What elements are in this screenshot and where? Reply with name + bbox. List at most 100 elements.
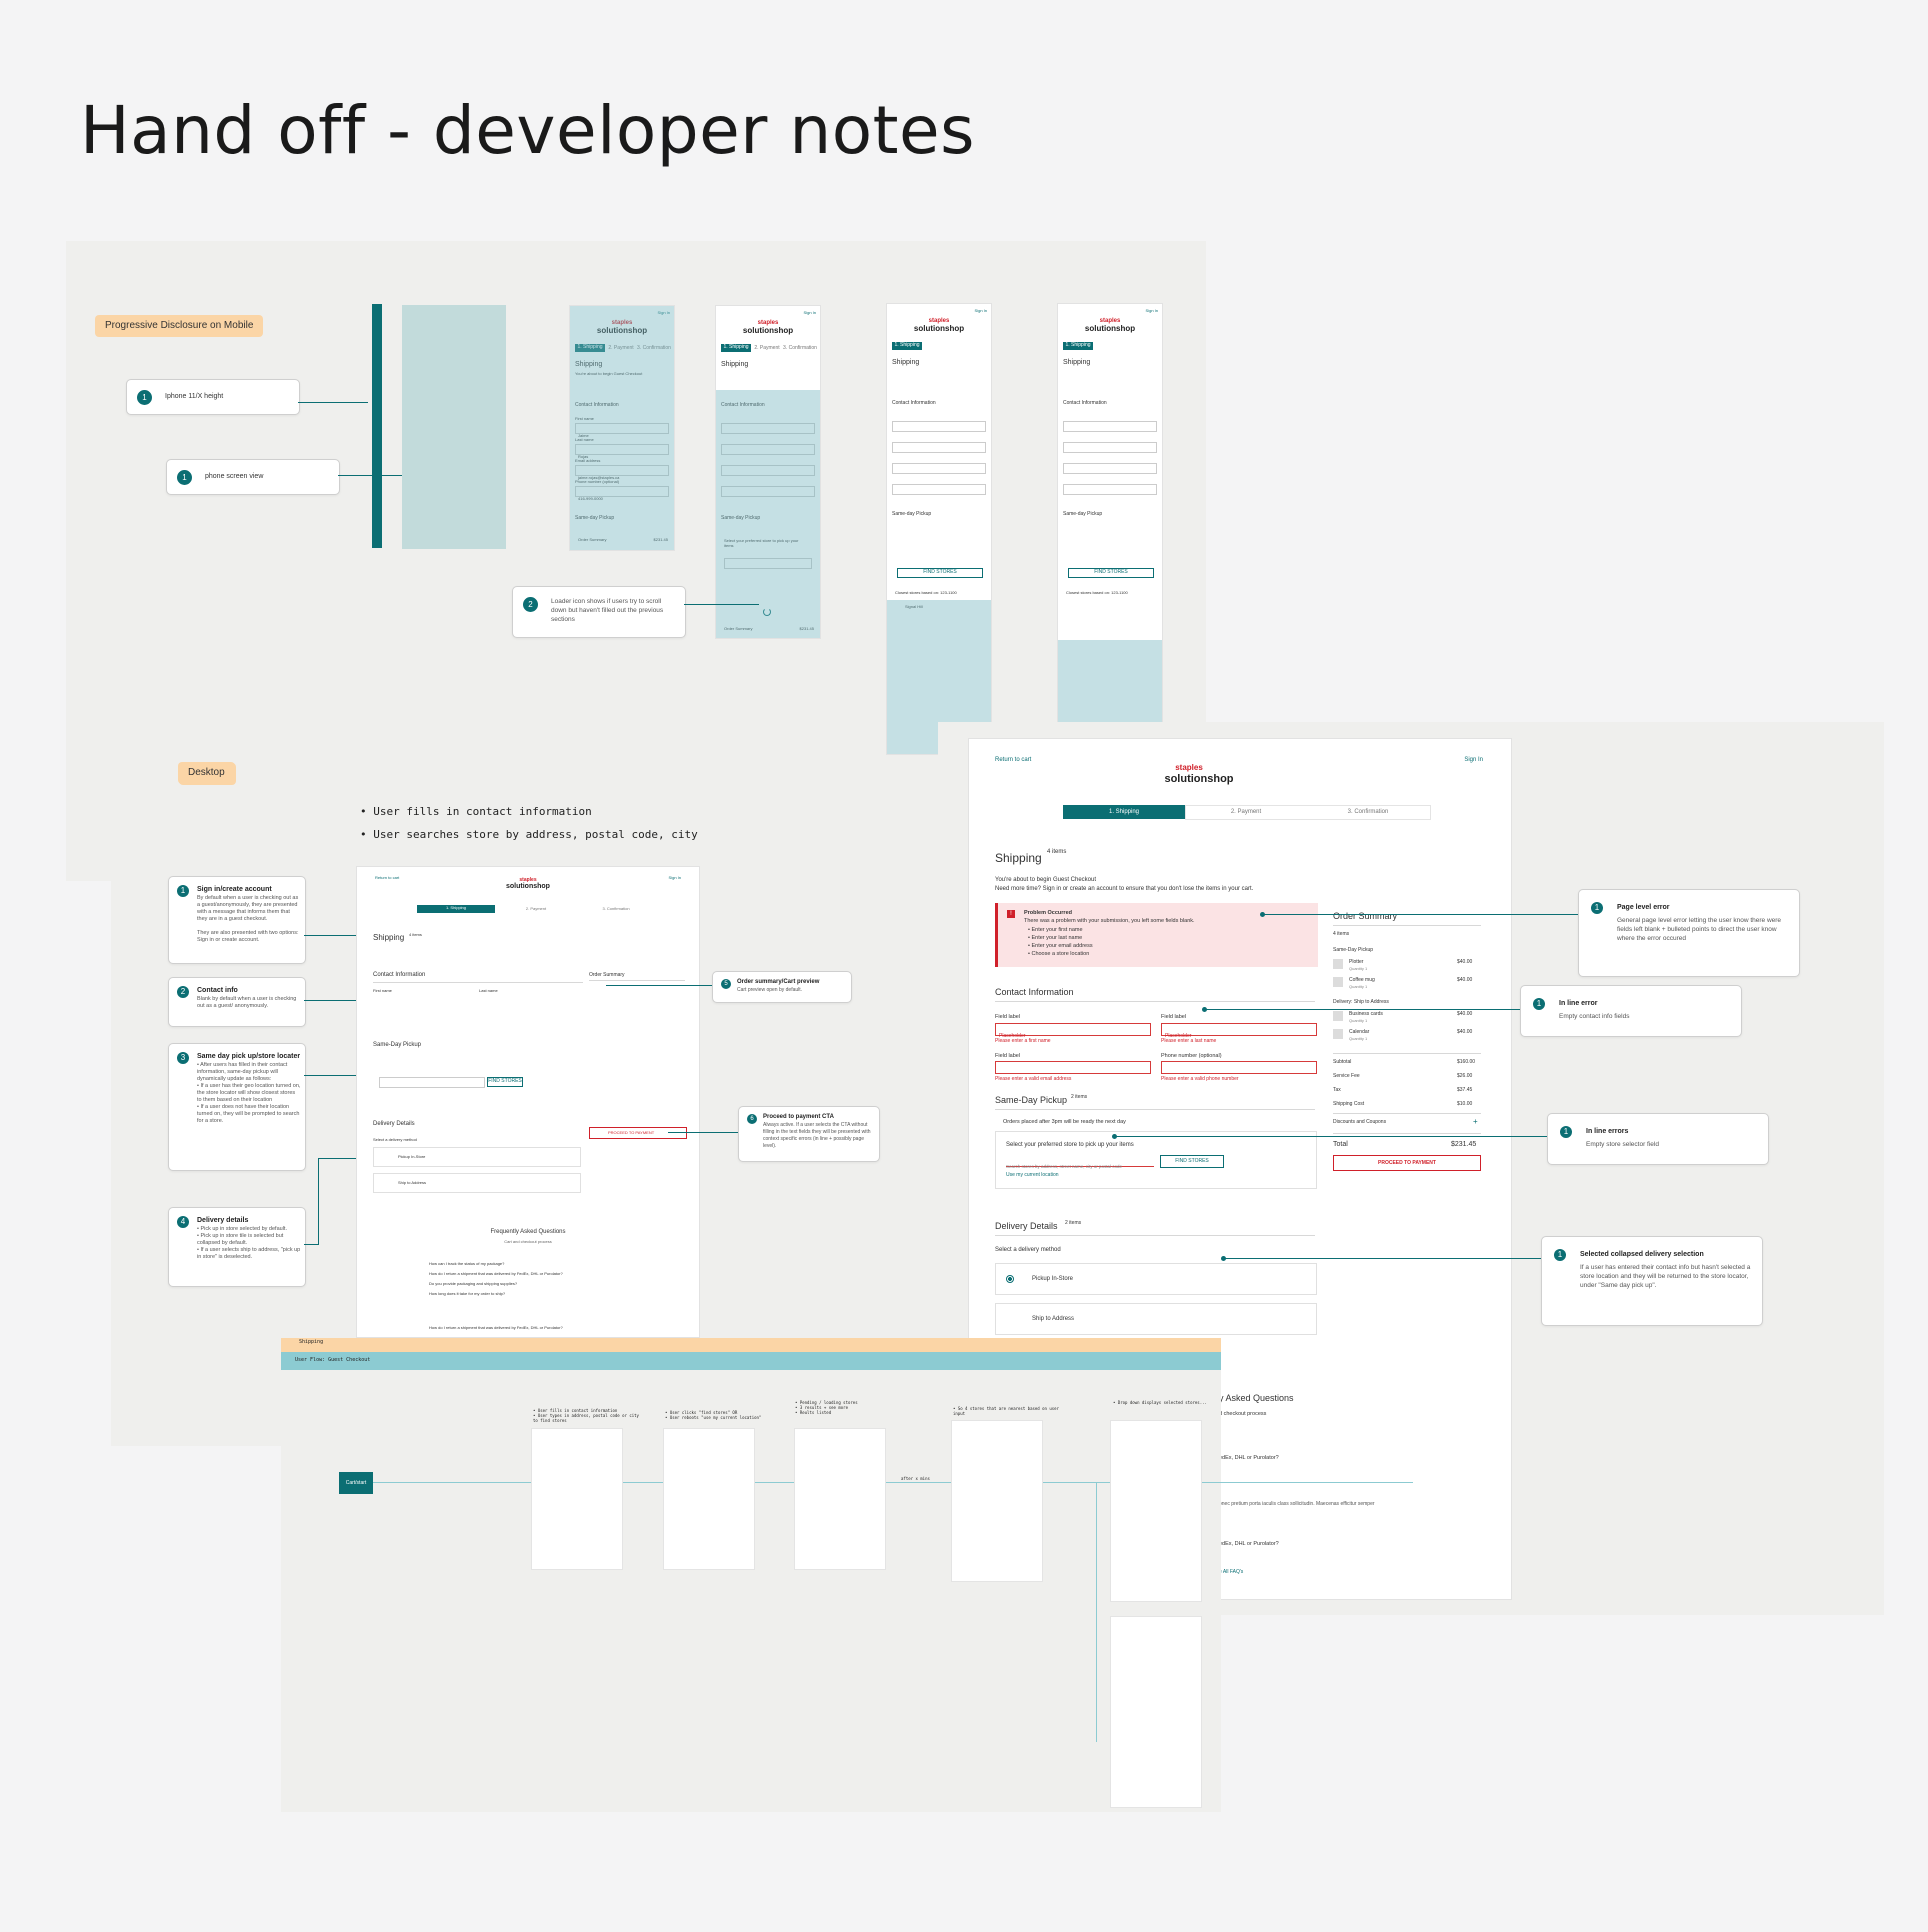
summary-count: 4 items — [1333, 931, 1350, 937]
first-name-input[interactable]: Placeholder — [995, 1023, 1151, 1039]
callout-number: 1 — [177, 885, 189, 897]
tab-confirmation[interactable]: 3. Confirmation — [1307, 809, 1429, 815]
logo-text: solutionshop — [742, 326, 794, 335]
summary-ship-label: Delivery: Ship to Address — [1333, 999, 1389, 1005]
product-name: Calendar — [1349, 1029, 1370, 1035]
closest-stores: Closest stores based on: 123-1100 — [895, 590, 957, 595]
logo: staples — [1175, 763, 1203, 772]
contact-heading: Contact Information — [373, 972, 426, 978]
faq-item[interactable]: How long does it take for my order to sh… — [429, 1291, 505, 1296]
tab-shipping[interactable]: 1. Shipping — [892, 342, 922, 350]
find-stores-button[interactable]: FIND STORES — [897, 568, 983, 578]
flow-start-label: Cart/start — [345, 1480, 367, 1486]
last-name-input[interactable]: Placeholder — [1161, 1023, 1317, 1039]
divider — [1333, 925, 1481, 926]
tab-shipping[interactable]: 1. Shipping — [1063, 342, 1093, 350]
tab-shipping[interactable]: 1. Shipping — [417, 905, 495, 913]
find-stores-button[interactable]: FIND STORES — [1068, 568, 1154, 578]
ship-tile[interactable]: Ship to Address — [373, 1173, 581, 1193]
faq-item[interactable]: edEx, DHL or Purolator? — [1219, 1455, 1279, 1461]
last-name-field[interactable] — [1063, 442, 1157, 453]
email-field[interactable] — [1063, 463, 1157, 474]
first-name-field[interactable] — [892, 421, 986, 432]
first-name-label: First name — [373, 988, 392, 993]
phone-screen-view — [402, 305, 506, 549]
tab-shipping[interactable]: 1. Shipping — [721, 344, 751, 352]
callout-number: 3 — [177, 1052, 189, 1064]
pickup-tile[interactable]: Pickup In-Store — [995, 1263, 1317, 1295]
callout-number: 1 — [1591, 902, 1603, 914]
tab-confirmation[interactable]: 3. Confirmation — [782, 345, 818, 351]
see-all-faq-link[interactable]: e All FAQ's — [1219, 1569, 1243, 1575]
faq-item[interactable]: How do I return a shipment that was deli… — [429, 1325, 563, 1330]
phone-label: Phone number (optional) — [1161, 1053, 1222, 1059]
faq-item[interactable]: Do you provide packaging and shipping su… — [429, 1281, 517, 1286]
same-day-heading: Same-day Pickup — [1063, 511, 1103, 517]
last-name-label: Last name — [479, 988, 498, 993]
inline-error: Please enter a first name — [995, 1038, 1051, 1044]
email-input[interactable] — [995, 1061, 1151, 1074]
tab-confirmation[interactable]: 3. Confirmation — [577, 906, 655, 911]
tab-payment[interactable]: 2. Payment — [752, 345, 782, 351]
pickup-tile[interactable]: Pickup In-Store — [373, 1147, 581, 1167]
faq-answer: onec pretium porta iaculis class sollici… — [1219, 1501, 1375, 1507]
plus-icon[interactable]: + — [1473, 1117, 1478, 1126]
email-field[interactable] — [892, 463, 986, 474]
shipping-heading: Shipping — [721, 361, 749, 368]
callout-number: 2 — [523, 597, 538, 612]
tab-shipping[interactable]: 1. Shipping — [1063, 805, 1185, 819]
phone-field[interactable] — [1063, 484, 1157, 495]
connector-dot — [1260, 912, 1265, 917]
flow-subheader: User Flow: Guest Checkout — [281, 1352, 1221, 1370]
callout-number: 1 — [137, 390, 152, 405]
phone-input[interactable] — [1161, 1061, 1317, 1074]
proceed-label: PROCEED TO PAYMENT — [1378, 1160, 1436, 1166]
contact-heading: Contact Information — [1063, 400, 1107, 406]
sign-in-link[interactable]: Sign In — [1146, 308, 1158, 313]
error-body: There was a problem with your submission… — [1024, 918, 1195, 924]
inline-error: Please enter a last name — [1161, 1038, 1217, 1044]
callout-body: • After users has filled in their contac… — [197, 1062, 301, 1124]
same-day-sup: 2 items — [1071, 1094, 1088, 1100]
return-link[interactable]: Return to cart — [995, 757, 1031, 763]
faq-item[interactable]: edEx, DHL or Purolator? — [1219, 1541, 1279, 1547]
use-location-link[interactable]: Use my current location — [1006, 1172, 1059, 1178]
shipcost-label: Shipping Cost — [1333, 1101, 1365, 1107]
field-label: Field label — [995, 1053, 1021, 1059]
find-stores-button[interactable]: FIND STORES — [487, 1077, 523, 1087]
proceed-button[interactable]: PROCEED TO PAYMENT — [1333, 1155, 1481, 1171]
sign-in-link[interactable]: Sign In — [1464, 757, 1483, 763]
connector-line — [684, 604, 759, 605]
callout-text: phone screen view — [205, 473, 264, 480]
same-day-note: Orders placed after 3pm will be ready th… — [1003, 1119, 1126, 1125]
phone-field[interactable] — [892, 484, 986, 495]
proceed-button[interactable]: PROCEED TO PAYMENT — [589, 1127, 687, 1139]
flow-start-node[interactable]: Cart/start — [339, 1472, 373, 1494]
connector-line — [668, 1132, 738, 1133]
tab-payment[interactable]: 2. Payment — [497, 906, 575, 911]
ship-label: Ship to Address — [398, 1180, 427, 1185]
flow-subheader-text: User Flow: Guest Checkout — [295, 1357, 371, 1363]
error-title: Problem Occurred — [1024, 910, 1072, 916]
find-stores-button[interactable]: FIND STORES — [1160, 1155, 1224, 1168]
subtotal-label: Subtotal — [1333, 1059, 1352, 1065]
sign-in-link[interactable]: Sign In — [975, 308, 987, 313]
store-search-input[interactable]: Search stores by address, street name, c… — [1006, 1155, 1154, 1169]
flow-note: • So 4 stores that are nearest based on … — [953, 1406, 1059, 1416]
faq-item[interactable]: How can I track the status of my package… — [429, 1261, 504, 1266]
discounts-link[interactable]: Discounts and Coupons — [1333, 1119, 1386, 1125]
callout-number: 1 — [1533, 998, 1545, 1010]
flow-header: Shipping — [281, 1338, 1221, 1352]
sign-in-link[interactable]: Sign In — [804, 310, 816, 315]
faq-item[interactable]: How do I return a shipment that was deli… — [429, 1271, 563, 1276]
delivery-sup: 2 items — [1065, 1220, 1082, 1226]
connector-line — [304, 1244, 318, 1245]
flow-step-screen — [951, 1420, 1043, 1582]
connector-line — [318, 1158, 319, 1245]
last-name-field[interactable] — [892, 442, 986, 453]
tab-payment[interactable]: 2. Payment — [1185, 809, 1307, 815]
store-search-field[interactable] — [379, 1077, 485, 1088]
ship-tile[interactable]: Ship to Address — [995, 1303, 1317, 1335]
desktop-screen: Return to cart Sign In staples solutions… — [356, 866, 700, 1338]
first-name-field[interactable] — [1063, 421, 1157, 432]
